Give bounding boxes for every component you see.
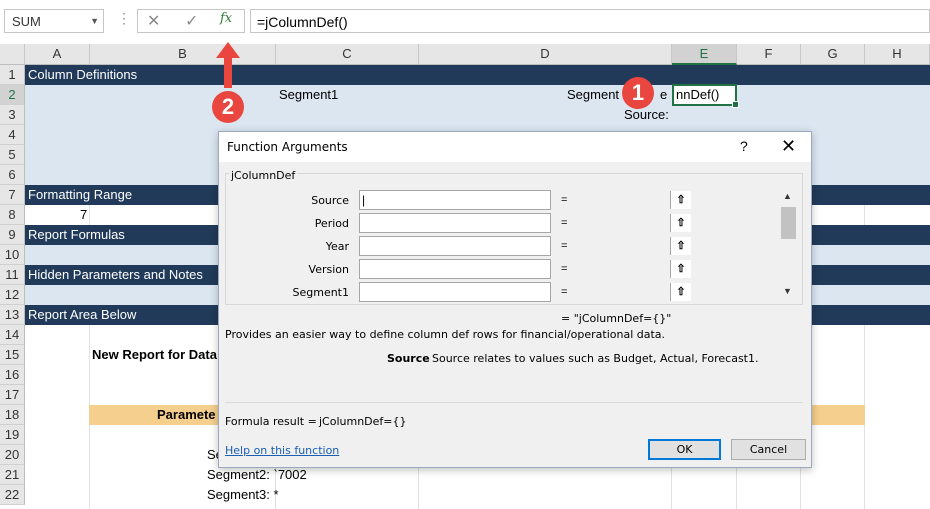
separator — [225, 402, 803, 403]
arg-input-segment1[interactable]: ⇧ — [359, 282, 691, 302]
column-header-c[interactable]: C — [276, 44, 419, 65]
arg-label-segment1: Segment1 — [292, 286, 350, 299]
row-header-21[interactable]: 21 — [0, 465, 25, 485]
cell-b18[interactable]: Paramete — [157, 405, 216, 425]
chevron-down-icon[interactable]: ▼ — [783, 286, 792, 296]
arg-input-version[interactable]: ⇧ — [359, 259, 691, 279]
row-header-7[interactable]: 7 — [0, 185, 25, 205]
row-header-4[interactable]: 4 — [0, 125, 25, 145]
arg-input-period[interactable]: ⇧ — [359, 213, 691, 233]
row-header-17[interactable]: 17 — [0, 385, 25, 405]
annotation-badge-1: 1 — [622, 77, 654, 109]
column-header-d[interactable]: D — [419, 44, 672, 65]
row-header-20[interactable]: 20 — [0, 445, 25, 465]
arg-equals: = — [561, 263, 568, 275]
result-preview: = "jColumnDef={}" — [561, 312, 672, 325]
active-cell-e2[interactable]: nnDef() — [672, 84, 739, 108]
function-description: Provides an easier way to define column … — [225, 328, 666, 341]
arg-equals: = — [561, 240, 568, 252]
arg-label-version: Version — [308, 263, 349, 276]
section-header-column-definitions: Column Definitions — [25, 65, 930, 85]
argument-name: Source — [387, 352, 430, 365]
annotation-badge-2: 2 — [212, 91, 244, 123]
row-header-13[interactable]: 13 — [0, 305, 25, 325]
text-cursor: | — [362, 193, 366, 207]
row-header-8[interactable]: 8 — [0, 205, 25, 225]
column-header-g[interactable]: G — [801, 44, 865, 65]
column-header-f[interactable]: F — [737, 44, 801, 65]
chevron-down-icon[interactable]: ▼ — [90, 16, 99, 26]
fill-handle[interactable] — [732, 101, 739, 108]
arguments-scrollbar[interactable]: ▲ ▼ — [780, 189, 797, 301]
cell-b15[interactable]: New Report for Data — [92, 345, 217, 365]
arg-equals: = — [561, 194, 568, 206]
arg-equals: = — [561, 286, 568, 298]
formula-input[interactable]: =jColumnDef() — [250, 9, 930, 33]
function-name: jColumnDef — [229, 169, 298, 182]
formula-bar: SUM ▼ ⋮ ✕ ✓ fx =jColumnDef() — [0, 0, 930, 45]
chevron-up-icon[interactable]: ▲ — [783, 191, 792, 201]
fx-icon[interactable]: fx — [220, 11, 232, 26]
name-box-value: SUM — [12, 14, 41, 29]
row-header-14[interactable]: 14 — [0, 325, 25, 345]
row-header-16[interactable]: 16 — [0, 365, 25, 385]
column-header-a[interactable]: A — [25, 44, 90, 65]
arg-label-source: Source — [311, 194, 349, 207]
collapse-dialog-icon[interactable]: ⇧ — [670, 237, 691, 255]
close-icon[interactable]: ✕ — [781, 136, 796, 157]
argument-description: Source relates to values such as Budget,… — [432, 352, 759, 365]
arg-label-period: Period — [314, 217, 349, 230]
row-header-11[interactable]: 11 — [0, 265, 25, 285]
cell-c2[interactable]: Segment1 — [279, 85, 338, 105]
collapse-dialog-icon[interactable]: ⇧ — [670, 214, 691, 232]
help-link[interactable]: Help on this function — [225, 444, 339, 457]
row-header-12[interactable]: 12 — [0, 285, 25, 305]
formula-result-value: jColumnDef={} — [319, 415, 407, 428]
column-header-h[interactable]: H — [865, 44, 930, 65]
cell-d2-tail: e — [660, 87, 668, 102]
arg-label-year: Year — [325, 240, 349, 253]
row-header-3[interactable]: 3 — [0, 105, 25, 125]
row-header-10[interactable]: 10 — [0, 245, 25, 265]
row-header-5[interactable]: 5 — [0, 145, 25, 165]
formula-text: =jColumnDef() — [257, 14, 348, 30]
active-cell-value: nnDef() — [676, 87, 720, 102]
check-icon[interactable]: ✓ — [185, 11, 198, 31]
help-icon[interactable]: ? — [740, 138, 748, 154]
cancel-button[interactable]: Cancel — [731, 439, 806, 460]
grip-icon: ⋮ — [117, 10, 131, 26]
annotation-arrow-icon — [216, 42, 240, 88]
cell-b21[interactable]: Segment2: `7002 — [207, 465, 307, 485]
arg-input-source[interactable]: | ⇧ — [359, 190, 691, 210]
collapse-dialog-icon[interactable]: ⇧ — [670, 260, 691, 278]
select-all-corner[interactable] — [0, 44, 25, 65]
column-header-e[interactable]: E — [672, 44, 737, 65]
row-header-1[interactable]: 1 — [0, 65, 25, 85]
arg-equals: = — [561, 217, 568, 229]
column-header-b[interactable]: B — [90, 44, 276, 65]
row-header-9[interactable]: 9 — [0, 225, 25, 245]
cell-b8[interactable]: 7 — [80, 205, 87, 225]
collapse-dialog-icon[interactable]: ⇧ — [670, 283, 691, 301]
cell-d2[interactable]: Segment — [567, 85, 619, 105]
formula-result-label: Formula result = — [225, 415, 317, 428]
row-header-18[interactable]: 18 — [0, 405, 25, 425]
dialog-title: Function Arguments — [227, 140, 348, 154]
row-header-6[interactable]: 6 — [0, 165, 25, 185]
row-header-15[interactable]: 15 — [0, 345, 25, 365]
arg-input-year[interactable]: ⇧ — [359, 236, 691, 256]
dialog-titlebar[interactable]: Function Arguments ? ✕ — [219, 132, 811, 162]
row-header-19[interactable]: 19 — [0, 425, 25, 445]
row-header-2[interactable]: 2 — [0, 85, 25, 105]
function-arguments-dialog: Function Arguments ? ✕ jColumnDef Source… — [218, 131, 812, 468]
collapse-dialog-icon[interactable]: ⇧ — [670, 191, 691, 209]
cell-b22[interactable]: Segment3: * — [207, 485, 279, 505]
ok-button[interactable]: OK — [648, 439, 721, 460]
row-header-22[interactable]: 22 — [0, 485, 25, 505]
cell-d3[interactable]: Source: — [624, 105, 669, 125]
close-icon[interactable]: ✕ — [147, 11, 160, 31]
name-box[interactable]: SUM ▼ — [4, 9, 104, 33]
scrollbar-thumb[interactable] — [781, 207, 796, 239]
